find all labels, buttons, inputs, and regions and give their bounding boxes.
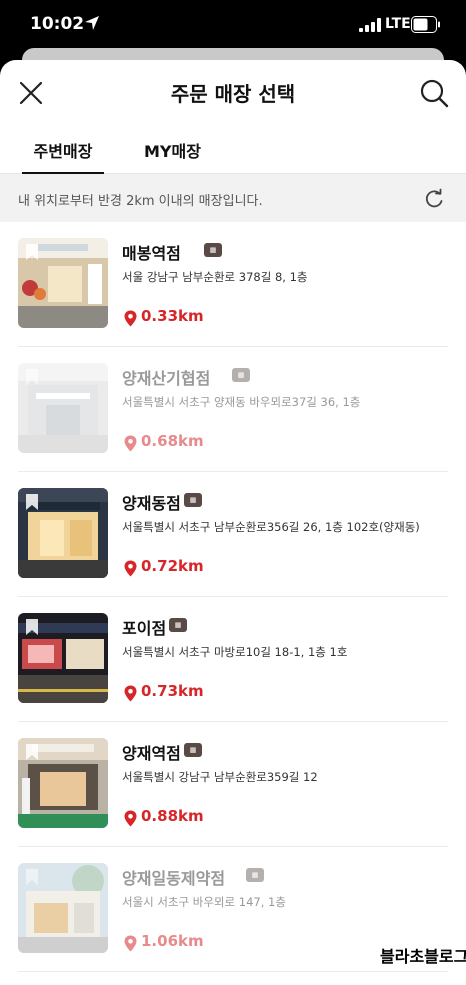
store-name: 매봉역점 bbox=[122, 244, 181, 263]
store-select-sheet: 주문 매장 선택 주변매장 MY매장 내 위치로부터 반경 2km 이내의 매장… bbox=[0, 60, 466, 985]
bookmark-icon[interactable] bbox=[25, 368, 39, 386]
store-address: 서울특별시 서초구 양재동 바우뫼로37길 36, 1층 bbox=[122, 395, 361, 409]
delivery-badge-icon: ▦ bbox=[184, 743, 202, 757]
location-arrow-icon bbox=[85, 16, 99, 30]
store-item[interactable]: 양재동점 ▦ 서울특별시 서초구 남부순환로356길 26, 1층 102호(양… bbox=[18, 472, 448, 597]
store-distance: 0.73km bbox=[141, 682, 204, 700]
delivery-badge-icon: ▦ bbox=[184, 493, 202, 507]
store-address: 서울특별시 서초구 남부순환로356길 26, 1층 102호(양재동) bbox=[122, 520, 420, 534]
signal-icon bbox=[359, 18, 381, 32]
store-distance: 0.72km bbox=[141, 557, 204, 575]
tab-bar: 주변매장 MY매장 bbox=[0, 124, 466, 175]
store-name: 양재역점 bbox=[122, 744, 181, 763]
battery-icon bbox=[411, 16, 440, 33]
status-time: 10:02 bbox=[30, 14, 85, 34]
tab-my-stores[interactable]: MY매장 bbox=[144, 138, 201, 162]
bookmark-icon[interactable] bbox=[25, 618, 39, 636]
location-pin-icon bbox=[124, 560, 137, 577]
bookmark-icon[interactable] bbox=[25, 493, 39, 511]
store-distance: 1.06km bbox=[141, 932, 204, 950]
store-name: 양재동점 bbox=[122, 494, 181, 513]
location-pin-icon bbox=[124, 810, 137, 827]
store-name: 포이점 bbox=[122, 619, 167, 638]
store-distance: 0.33km bbox=[141, 307, 204, 325]
store-item[interactable]: 매봉역점 ▦ 서울 강남구 남부순환로 378길 8, 1층 0.33km bbox=[18, 222, 448, 347]
search-icon[interactable] bbox=[418, 77, 450, 109]
location-pin-icon bbox=[124, 935, 137, 952]
network-label: LTE bbox=[385, 16, 411, 32]
store-item[interactable]: 양재산기협점 ▦ 서울특별시 서초구 양재동 바우뫼로37길 36, 1층 0.… bbox=[18, 347, 448, 472]
status-bar: 10:02 LTE bbox=[0, 0, 466, 50]
notice-text: 내 위치로부터 반경 2km 이내의 매장입니다. bbox=[18, 194, 263, 209]
header: 주문 매장 선택 bbox=[0, 60, 466, 124]
watermark-text: 블라초블로그 bbox=[380, 947, 466, 966]
location-pin-icon bbox=[124, 435, 137, 452]
store-name: 양재산기협점 bbox=[122, 369, 211, 388]
store-list: 매봉역점 ▦ 서울 강남구 남부순환로 378길 8, 1층 0.33km 양재… bbox=[0, 222, 466, 972]
store-address: 서울특별시 강남구 남부순환로359길 12 bbox=[122, 770, 318, 784]
page-title: 주문 매장 선택 bbox=[170, 82, 296, 106]
bookmark-icon[interactable] bbox=[25, 868, 39, 886]
delivery-badge-icon: ▦ bbox=[169, 618, 187, 632]
delivery-badge-icon: ▦ bbox=[232, 368, 250, 382]
radius-notice: 내 위치로부터 반경 2km 이내의 매장입니다. bbox=[0, 174, 466, 222]
store-item[interactable]: 포이점 ▦ 서울특별시 서초구 마방로10길 18-1, 1층 1호 0.73k… bbox=[18, 597, 448, 722]
store-address: 서울 강남구 남부순환로 378길 8, 1층 bbox=[122, 270, 308, 284]
delivery-badge-icon: ▦ bbox=[204, 243, 222, 257]
bookmark-icon[interactable] bbox=[25, 743, 39, 761]
store-name: 양재일동제약점 bbox=[122, 869, 226, 888]
store-distance: 0.88km bbox=[141, 807, 204, 825]
refresh-icon[interactable] bbox=[423, 188, 445, 210]
store-address: 서울특별시 서초구 마방로10길 18-1, 1층 1호 bbox=[122, 645, 348, 659]
location-pin-icon bbox=[124, 685, 137, 702]
location-pin-icon bbox=[124, 310, 137, 327]
store-distance: 0.68km bbox=[141, 432, 204, 450]
tab-nearby-stores[interactable]: 주변매장 bbox=[22, 138, 104, 175]
bookmark-icon[interactable] bbox=[25, 243, 39, 261]
store-item[interactable]: 양재역점 ▦ 서울특별시 강남구 남부순환로359길 12 0.88km bbox=[18, 722, 448, 847]
delivery-badge-icon: ▦ bbox=[246, 868, 264, 882]
store-address: 서울시 서초구 바우뫼로 147, 1층 bbox=[122, 895, 286, 909]
